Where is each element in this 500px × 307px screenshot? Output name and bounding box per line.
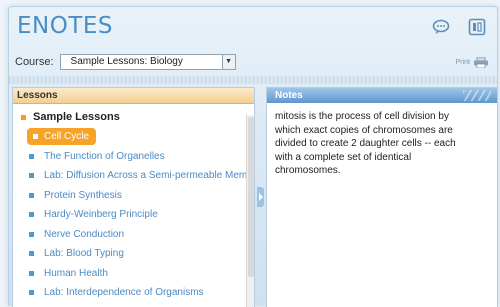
top-toolbar <box>431 17 487 37</box>
enotes-window: ENOTES Course: Sample Lessons: Biology ▼… <box>8 6 498 307</box>
lessons-header: Lessons <box>13 88 254 104</box>
lesson-item-protein-synthesis[interactable]: Protein Synthesis <box>29 187 254 204</box>
lesson-list: Cell Cycle The Function of Organelles La… <box>27 128 255 304</box>
printer-icon <box>473 57 489 68</box>
lesson-item-lab-blood-typing[interactable]: Lab: Blood Typing <box>29 245 254 262</box>
lesson-item-cell-cycle[interactable]: Cell Cycle <box>27 128 97 145</box>
bullet-icon <box>29 212 34 217</box>
arrow-right-icon <box>259 193 263 201</box>
print-label: Print <box>455 59 470 66</box>
bullet-icon <box>29 153 34 159</box>
bullet-icon <box>33 134 38 139</box>
notes-header: Notes <box>267 88 497 103</box>
bullet-icon <box>29 231 34 237</box>
lessons-panel: Lessons Sample Lessons Cell Cycle The Fu… <box>12 87 255 307</box>
bullet-icon <box>21 114 26 120</box>
lesson-item-label: Nerve Conduction <box>44 228 125 240</box>
bullet-icon <box>29 270 34 276</box>
panel-collapse-handle[interactable] <box>257 187 264 207</box>
bullet-icon <box>29 290 34 295</box>
bullet-icon <box>29 251 34 256</box>
bullet-icon <box>29 192 34 198</box>
lesson-item-lab-diffusion[interactable]: Lab: Diffusion Across a Semi-permeable M… <box>29 167 255 184</box>
lesson-item-label: Protein Synthesis <box>44 189 122 201</box>
scrollbar-thumb[interactable] <box>248 117 254 277</box>
lesson-item-nerve-conduction[interactable]: Nerve Conduction <box>29 226 254 243</box>
export-window-icon[interactable] <box>467 17 487 37</box>
lesson-item-lab-interdependence[interactable]: Lab: Interdependence of Organisms <box>29 284 254 301</box>
course-label: Course: <box>15 56 54 68</box>
course-selector-row: Course: Sample Lessons: Biology ▼ <box>15 54 236 70</box>
lesson-item-label: Lab: Blood Typing <box>44 248 124 259</box>
lesson-item-label: Cell Cycle <box>44 131 90 142</box>
print-button[interactable]: Print <box>456 57 489 68</box>
lesson-group-label: Sample Lessons <box>33 111 120 123</box>
notes-panel: Notes mitosis is the process of cell div… <box>266 87 498 307</box>
speech-bubble-icon[interactable] <box>431 17 451 37</box>
app-title: ENOTES <box>17 13 114 39</box>
notes-header-label: Notes <box>275 90 303 101</box>
lesson-item-label: Lab: Interdependence of Organisms <box>44 287 204 298</box>
lesson-item-label: Hardy-Weinberg Principle <box>44 209 158 220</box>
lesson-item-label: The Function of Organelles <box>44 150 165 162</box>
lessons-scrollbar[interactable] <box>246 115 254 307</box>
lesson-item-label: Human Health <box>44 267 108 279</box>
lesson-item-human-health[interactable]: Human Health <box>29 265 254 282</box>
course-dropdown-value: Sample Lessons: Biology <box>70 56 183 67</box>
lesson-item-label: Lab: Diffusion Across a Semi-permeable M… <box>44 170 255 181</box>
toolbar-divider-strip <box>9 76 497 84</box>
lesson-group-header[interactable]: Sample Lessons <box>21 111 120 123</box>
notes-body[interactable]: mitosis is the process of cell division … <box>267 103 473 178</box>
course-dropdown[interactable]: Sample Lessons: Biology ▼ <box>59 54 236 70</box>
bullet-icon <box>29 173 34 178</box>
lesson-item-hardy-weinberg[interactable]: Hardy-Weinberg Principle <box>29 206 254 223</box>
chevron-down-icon[interactable]: ▼ <box>221 55 235 69</box>
header-stripes <box>463 90 491 101</box>
lesson-item-function-of-organelles[interactable]: The Function of Organelles <box>29 148 254 165</box>
